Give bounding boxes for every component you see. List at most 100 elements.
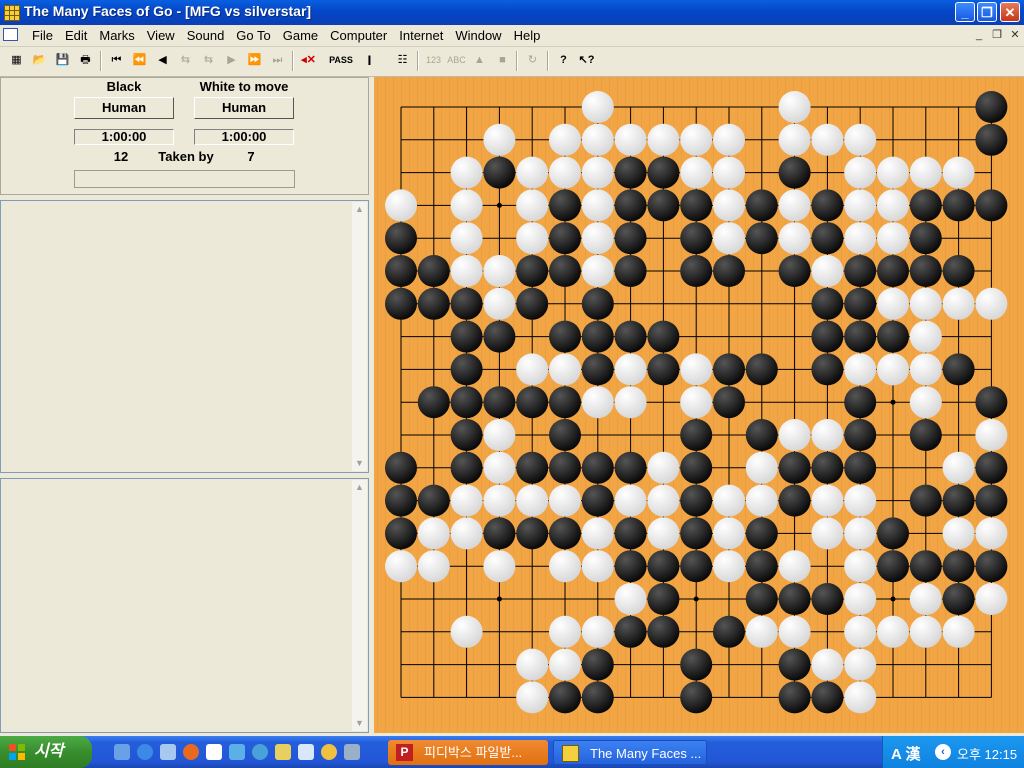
start-button[interactable]: 시작 bbox=[0, 736, 92, 768]
menu-goto[interactable]: Go To bbox=[230, 27, 276, 44]
menu-game[interactable]: Game bbox=[277, 27, 324, 44]
scroll-down-icon[interactable]: ▼ bbox=[352, 456, 367, 471]
toolbar-separator bbox=[292, 51, 294, 71]
pass-button[interactable]: PASS bbox=[329, 50, 353, 71]
quicklaunch-icon[interactable] bbox=[114, 744, 130, 760]
folder-open-icon: 📂 bbox=[32, 54, 47, 66]
menu-computer[interactable]: Computer bbox=[324, 27, 393, 44]
document-icon[interactable] bbox=[3, 28, 18, 41]
triangle-mark-button[interactable]: ▲ bbox=[469, 50, 490, 71]
ie-icon[interactable] bbox=[137, 744, 153, 760]
mdi-restore-icon[interactable]: ❐ bbox=[990, 28, 1004, 42]
black-stone bbox=[778, 255, 811, 287]
white-stone bbox=[549, 156, 581, 189]
comment-pane[interactable]: ▲ ▼ bbox=[0, 478, 369, 733]
media-player-icon[interactable] bbox=[183, 744, 199, 760]
black-stone bbox=[549, 681, 581, 714]
variation-back-button[interactable]: ⇆ bbox=[175, 50, 196, 71]
taskbar-item-mfg[interactable]: The Many Faces ... bbox=[553, 740, 707, 765]
menu-sound[interactable]: Sound bbox=[181, 27, 231, 44]
black-stone bbox=[581, 287, 614, 320]
scroll-down-icon[interactable]: ▼ bbox=[352, 716, 367, 731]
save-button[interactable]: 💾 bbox=[52, 50, 73, 71]
print-button[interactable]: 🖶 bbox=[75, 50, 96, 71]
chevron-left-icon[interactable]: ‹ bbox=[935, 744, 951, 760]
messenger-icon[interactable] bbox=[321, 744, 337, 760]
menu-help[interactable]: Help bbox=[508, 27, 547, 44]
redo-button[interactable]: ↻ bbox=[522, 50, 543, 71]
black-stone bbox=[909, 419, 942, 451]
scroll-up-icon[interactable]: ▲ bbox=[352, 480, 367, 495]
board-canvas[interactable] bbox=[374, 77, 1024, 733]
taskbar-item-pdbox[interactable]: P 피디박스 파일받... bbox=[388, 740, 548, 765]
help-button[interactable]: ? bbox=[553, 50, 574, 71]
scrollbar[interactable]: ▲ ▼ bbox=[352, 480, 367, 731]
menu-view[interactable]: View bbox=[141, 27, 181, 44]
white-stone bbox=[844, 517, 877, 550]
info-button[interactable]: I bbox=[359, 50, 380, 71]
menu-edit[interactable]: Edit bbox=[59, 27, 93, 44]
black-stone bbox=[713, 615, 745, 648]
white-player-button[interactable]: Human bbox=[194, 97, 294, 119]
square-mark-button[interactable]: ■ bbox=[492, 50, 513, 71]
black-stone bbox=[614, 550, 647, 583]
close-button[interactable]: ✕ bbox=[1000, 2, 1020, 22]
variation-forward-button[interactable]: ⇆ bbox=[198, 50, 219, 71]
white-stone bbox=[417, 517, 450, 550]
go-start-button[interactable]: ⏮ bbox=[106, 50, 127, 71]
menu-file[interactable]: File bbox=[26, 27, 59, 44]
white-stone bbox=[844, 123, 877, 156]
korea-flag-icon[interactable] bbox=[206, 744, 222, 760]
move-list-pane[interactable]: ▲ ▼ bbox=[0, 200, 369, 473]
tool-icon[interactable] bbox=[344, 744, 360, 760]
white-stone bbox=[811, 484, 844, 517]
go-end-button[interactable]: ⏭ bbox=[267, 50, 288, 71]
menu-window[interactable]: Window bbox=[449, 27, 507, 44]
white-stone bbox=[713, 222, 745, 255]
white-stone bbox=[745, 451, 778, 484]
white-stone bbox=[975, 517, 1008, 550]
black-stone bbox=[975, 451, 1008, 484]
context-help-button[interactable]: ↖? bbox=[576, 50, 597, 71]
board-grid-button[interactable]: ▦ bbox=[6, 50, 27, 71]
menu-marks[interactable]: Marks bbox=[93, 27, 140, 44]
menu-internet[interactable]: Internet bbox=[393, 27, 449, 44]
letters-button[interactable]: ABC bbox=[446, 50, 467, 71]
score-button[interactable]: ☷ bbox=[392, 50, 413, 71]
scroll-up-icon[interactable]: ▲ bbox=[352, 202, 367, 217]
back-one-button[interactable]: ◀ bbox=[152, 50, 173, 71]
black-stone bbox=[713, 386, 745, 419]
number-moves-button[interactable]: 123 bbox=[423, 50, 444, 71]
forward-many-button[interactable]: ⏩ bbox=[244, 50, 265, 71]
black-stone bbox=[450, 353, 483, 386]
white-stone bbox=[483, 287, 516, 320]
black-stone bbox=[549, 451, 581, 484]
star-point bbox=[890, 399, 896, 405]
score-list-icon: ☷ bbox=[397, 54, 408, 66]
black-player-button[interactable]: Human bbox=[74, 97, 174, 119]
app-icon[interactable] bbox=[252, 744, 268, 760]
scrollbar[interactable]: ▲ ▼ bbox=[352, 202, 367, 471]
black-stone bbox=[975, 386, 1008, 419]
black-stone bbox=[417, 255, 450, 287]
back-many-button[interactable]: ⏪ bbox=[129, 50, 150, 71]
mdi-close-icon[interactable]: ✕ bbox=[1008, 28, 1022, 42]
black-stone bbox=[516, 517, 549, 550]
open-button[interactable]: 📂 bbox=[29, 50, 50, 71]
go-board[interactable] bbox=[374, 77, 1024, 733]
viewer-icon[interactable] bbox=[298, 744, 314, 760]
minimize-button[interactable]: _ bbox=[955, 2, 975, 22]
black-stone bbox=[581, 353, 614, 386]
desktop-icon[interactable] bbox=[160, 744, 176, 760]
white-stone bbox=[581, 222, 614, 255]
ime-indicator[interactable]: A 漢 bbox=[891, 743, 920, 764]
forward-one-button[interactable]: ▶ bbox=[221, 50, 242, 71]
google-icon[interactable] bbox=[229, 744, 245, 760]
black-stone bbox=[385, 484, 417, 517]
restore-button[interactable]: ❐ bbox=[977, 2, 997, 22]
white-stone bbox=[811, 648, 844, 681]
mdi-minimize-icon[interactable]: _ bbox=[972, 28, 986, 42]
undo-move-button[interactable]: ◂✕ bbox=[298, 50, 319, 71]
notes-icon[interactable] bbox=[275, 744, 291, 760]
black-stone bbox=[680, 451, 713, 484]
